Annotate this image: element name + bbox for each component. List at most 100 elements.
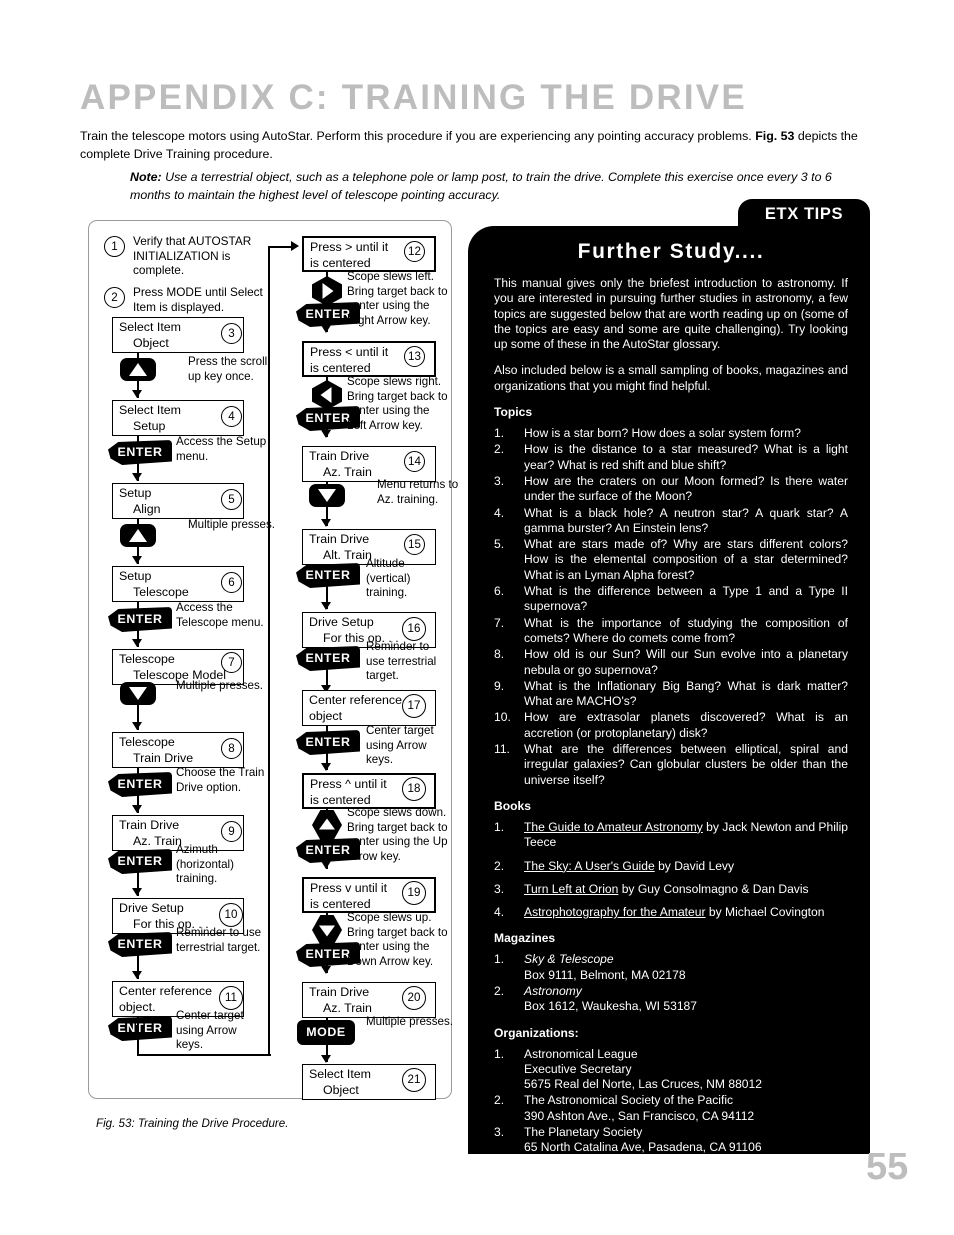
step-number-17: 17: [402, 694, 426, 718]
arrow-3-4: [132, 390, 142, 398]
organization-item: 2. The Astronomical Society of the Pacifi…: [494, 1093, 848, 1124]
step-number-18: 18: [402, 777, 426, 801]
topic-text: What is a black hole? A neutron star? A …: [524, 505, 848, 535]
topic-item: 7. What is the importance of studying the…: [494, 616, 848, 647]
organization-number: 1.: [494, 1046, 505, 1061]
topic-number: 3.: [494, 473, 505, 488]
book-item: 2. The Sky: A User's Guide by David Levy: [494, 859, 848, 874]
enter-key-1[interactable]: ENTER: [108, 440, 172, 465]
annotation-center-target-arrow-1: Center target using Arrow keys.: [176, 1009, 244, 1052]
magazine-title: Sky & Telescope: [524, 952, 614, 967]
topic-item: 10. How are extrasolar planets discovered…: [494, 710, 848, 741]
connector-11-down: [137, 1017, 140, 1056]
topic-item: 9. What is the Inflationary Big Bang? Wha…: [494, 679, 848, 710]
enter-key-5[interactable]: ENTER: [108, 932, 172, 957]
book-number: 4.: [494, 905, 505, 920]
enter-key-6[interactable]: ENTER: [108, 1016, 172, 1041]
magazine-item: 2. Astronomy Box 1612, Waukesha, WI 53187: [494, 984, 848, 1015]
tips-heading: Further Study....: [577, 240, 765, 263]
topic-item: 2. How is the distance to a star measured…: [494, 442, 848, 473]
arrow-9-10: [132, 888, 142, 896]
step-number-16: 16: [402, 617, 426, 641]
organization-line: 5675 Real del Norte, Las Cruces, NM 8801…: [524, 1077, 762, 1092]
organizations-list: 1. Astronomical League Executive Secretary…: [494, 1047, 848, 1156]
book-item: 3. Turn Left at Orion by Guy Consolmagno …: [494, 882, 848, 897]
magazine-address: Box 1612, Waukesha, WI 53187: [524, 999, 697, 1014]
topic-text: What are the differences between ellipti…: [524, 742, 848, 787]
tips-paragraph-1: This manual gives only the briefest intr…: [494, 276, 848, 352]
enter-key-10[interactable]: ENTER: [296, 646, 360, 671]
topic-number: 8.: [494, 647, 505, 662]
organization-number: 3.: [494, 1125, 505, 1140]
arrow-13-14: [321, 430, 331, 438]
scroll-up-key-2[interactable]: [120, 524, 156, 547]
organization-item: 1. Astronomical League Executive Secretary…: [494, 1047, 848, 1093]
step-number-12: 12: [404, 241, 425, 262]
book-title: The Guide to Amateur Astronomy: [524, 819, 703, 834]
magazine-item: 1. Sky & Telescope Box 9111, Belmont, MA 0…: [494, 952, 848, 983]
annotation-center-target-arrow-2: Center target using Arrow keys.: [366, 724, 434, 767]
book-author: by David Levy: [654, 858, 735, 873]
organization-line: Executive Secretary: [524, 1061, 632, 1076]
enter-key-2[interactable]: ENTER: [108, 607, 172, 632]
note-text: Use a terrestrial object, such as a tele…: [130, 170, 832, 202]
annotation-menu-returns: Menu returns to Az. training.: [377, 478, 459, 506]
organizations-heading: Organizations:: [494, 1025, 579, 1040]
topic-number: 5.: [494, 537, 505, 552]
organization-line: The Planetary Society: [524, 1125, 643, 1140]
step-number-10: 10: [219, 903, 243, 927]
scroll-down-key-1[interactable]: [120, 682, 156, 705]
enter-key-11[interactable]: ENTER: [296, 730, 360, 755]
arrow-12-13: [321, 325, 331, 333]
figure-caption: Fig. 53: Training the Drive Procedure.: [96, 1117, 289, 1130]
tips-paragraph-2: Also included below is a small sampling …: [494, 363, 848, 393]
organization-line: The Astronomical Society of the Pacific: [524, 1093, 734, 1108]
scroll-up-key-1[interactable]: [120, 358, 156, 381]
annotation-access-setup-menu: Access the Setup menu.: [176, 435, 267, 463]
figure-reference: Fig. 53: [755, 129, 795, 143]
topic-text: How old is our Sun? Will our Sun evolve …: [524, 647, 848, 677]
topic-number: 7.: [494, 615, 505, 630]
topic-number: 4.: [494, 505, 505, 520]
magazine-title: Astronomy: [524, 983, 582, 998]
tips-outro: And watch Jack Horkheimer, Star Gazer, o…: [494, 1168, 848, 1199]
note-label: Note:: [130, 170, 162, 184]
step-number-5: 5: [221, 489, 242, 510]
intro-paragraph: Train the telescope motors using AutoSta…: [80, 128, 870, 163]
magazine-number: 2.: [494, 983, 505, 998]
annotation-altitude-training: Altitude (vertical) training.: [366, 557, 411, 600]
topic-text: How are extrasolar planets discovered? W…: [524, 710, 848, 740]
step-number-20: 20: [402, 986, 426, 1010]
book-author: by Guy Consolmagno & Dan Davis: [618, 881, 809, 896]
enter-key-9[interactable]: ENTER: [296, 563, 360, 588]
topic-item: 5. What are stars made of? Why are stars …: [494, 537, 848, 583]
connector-right-up: [268, 246, 271, 1056]
page-title: APPENDIX C: TRAINING THE DRIVE: [80, 78, 747, 117]
organization-number: 2.: [494, 1093, 505, 1108]
annotation-access-telescope-menu: Access the Telescope menu.: [176, 601, 264, 629]
step-number-2: 2: [104, 287, 125, 308]
step-number-15: 15: [404, 534, 425, 555]
mode-key[interactable]: MODE: [297, 1020, 355, 1045]
step-number-8: 8: [221, 738, 242, 759]
enter-key-3[interactable]: ENTER: [108, 772, 172, 797]
organization-line: 390 Ashton Ave., San Francisco, CA 94112: [524, 1108, 755, 1123]
annotation-slews-right: Scope slews right. Bring target back to …: [347, 375, 448, 432]
enter-key-4[interactable]: ENTER: [108, 849, 172, 874]
topic-item: 11. What are the differences between elli…: [494, 742, 848, 788]
topic-number: 10.: [494, 710, 511, 725]
arrow-10-11: [132, 971, 142, 979]
organization-item: 3. The Planetary Society 65 North Catalina…: [494, 1125, 848, 1156]
etx-tips-panel: Further Study.... This manual gives only…: [468, 226, 870, 1197]
book-number: 3.: [494, 881, 505, 896]
annotation-reminder-terrestrial-2: Reminder to use terrestrial target.: [366, 640, 437, 683]
arrow-15-16: [321, 602, 331, 610]
magazine-address: Box 9111, Belmont, MA 02178: [524, 967, 686, 982]
annotation-choose-train-drive: Choose the Train Drive option.: [176, 766, 265, 794]
topic-text: How is a star born? How does a solar sys…: [524, 426, 801, 441]
scroll-down-key-2[interactable]: [309, 484, 345, 507]
arrow-20-21: [321, 1055, 331, 1063]
topic-item: 1. How is a star born? How does a solar s…: [494, 426, 848, 441]
topic-text: How is the distance to a star measured? …: [524, 442, 848, 472]
book-item: 1. The Guide to Amateur Astronomy by Jack…: [494, 820, 848, 851]
